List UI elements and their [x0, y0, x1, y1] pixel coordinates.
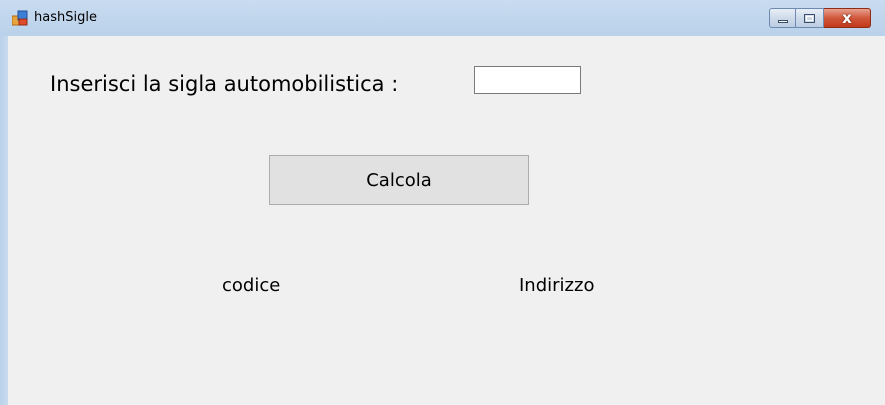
close-button[interactable]: x [824, 8, 871, 28]
app-window-icon [12, 10, 28, 26]
minimize-icon [778, 20, 788, 23]
indirizzo-label: Indirizzo [519, 275, 595, 296]
maximize-button[interactable] [796, 8, 824, 28]
minimize-button[interactable] [769, 8, 796, 28]
window-title: hashSigle [34, 10, 97, 25]
title-bar[interactable]: hashSigle x [0, 0, 885, 36]
codice-label: codice [222, 275, 281, 296]
main-window: hashSigle x Inserisci la sigla automobil… [0, 0, 885, 405]
sigla-input[interactable] [474, 66, 581, 94]
sigla-prompt-label: Inserisci la sigla automobilistica : [50, 72, 399, 96]
maximize-icon [804, 14, 815, 23]
window-left-border [0, 36, 8, 405]
close-icon: x [842, 9, 852, 27]
calcola-button[interactable]: Calcola [269, 155, 529, 205]
